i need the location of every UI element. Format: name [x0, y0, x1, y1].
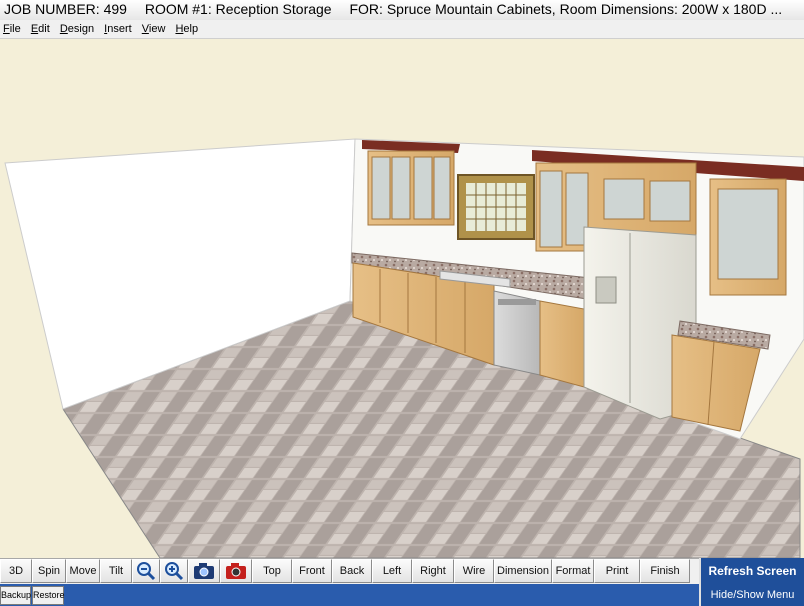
zoom-out-icon	[137, 562, 156, 581]
tilt-button[interactable]: Tilt	[100, 559, 132, 583]
3d-room-view[interactable]	[0, 39, 804, 558]
restore-button[interactable]: Restore	[32, 586, 65, 605]
hide-show-menu-button[interactable]: Hide/Show Menu	[699, 584, 804, 606]
left-view-button[interactable]: Left	[372, 559, 412, 583]
print-button[interactable]: Print	[594, 559, 640, 583]
room-name: ROOM #1: Reception Storage	[144, 1, 332, 17]
kitchen-rendering	[4, 138, 804, 558]
back-view-button[interactable]: Back	[332, 559, 372, 583]
menu-help[interactable]: Help	[172, 20, 202, 38]
title-bar: JOB NUMBER: 499 ROOM #1: Reception Stora…	[0, 0, 804, 20]
job-number: JOB NUMBER: 499	[4, 1, 127, 17]
menu-design[interactable]: Design	[57, 20, 98, 38]
camera-icon	[194, 563, 214, 579]
finish-button[interactable]: Finish	[640, 559, 690, 583]
spin-button[interactable]: Spin	[32, 559, 66, 583]
wire-button[interactable]: Wire	[454, 559, 494, 583]
menu-file[interactable]: File	[0, 20, 25, 38]
zoom-out-button[interactable]	[132, 559, 160, 583]
3d-button[interactable]: 3D	[0, 559, 32, 583]
menu-insert[interactable]: Insert	[101, 20, 136, 38]
menu-view[interactable]: View	[139, 20, 170, 38]
camera-render-icon	[226, 563, 246, 579]
zoom-in-button[interactable]	[160, 559, 188, 583]
render-camera-button[interactable]	[220, 559, 252, 583]
top-view-button[interactable]: Top	[252, 559, 292, 583]
refresh-screen-button[interactable]: Refresh Screen	[699, 558, 804, 584]
right-view-button[interactable]: Right	[412, 559, 454, 583]
dimension-button[interactable]: Dimension	[494, 559, 552, 583]
menu-edit[interactable]: Edit	[28, 20, 54, 38]
front-view-button[interactable]: Front	[292, 559, 332, 583]
view-toolbar: 3D Spin Move Tilt Top Front Back Left Ri…	[0, 558, 804, 585]
zoom-in-icon	[165, 562, 184, 581]
client-and-dimensions: FOR: Spruce Mountain Cabinets, Room Dime…	[349, 1, 783, 17]
move-button[interactable]: Move	[66, 559, 100, 583]
menu-bar: File Edit Design Insert View Help	[0, 20, 804, 39]
format-button[interactable]: Format	[552, 559, 594, 583]
camera-button[interactable]	[188, 559, 220, 583]
backup-button[interactable]: Backup	[0, 586, 31, 605]
bottom-bar	[0, 584, 804, 606]
